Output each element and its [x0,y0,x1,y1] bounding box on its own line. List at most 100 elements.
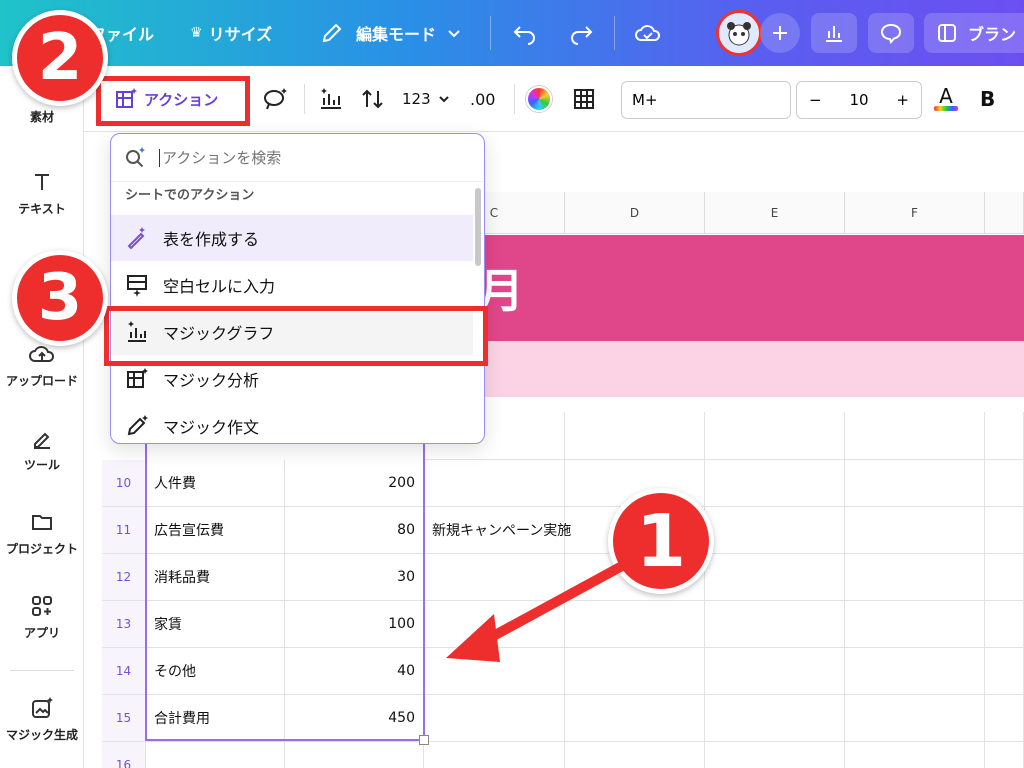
table-cell[interactable] [845,695,985,742]
table-cell[interactable] [985,695,1024,742]
table-cell-value[interactable]: 200 [285,460,424,507]
table-cell[interactable] [845,742,985,768]
table-cell-note[interactable] [424,695,565,742]
decimal-button[interactable]: .00 [470,66,495,132]
font-size-value[interactable]: 10 [849,91,868,109]
dropdown-scrollbar[interactable] [475,188,481,266]
table-cell[interactable] [845,412,985,460]
sidebar-item-upload[interactable]: アップロード [0,342,84,389]
color-picker-button[interactable] [526,66,552,132]
table-cell-item[interactable] [146,742,285,768]
table-cell[interactable] [705,460,845,507]
table-cell-value[interactable]: 80 [285,507,424,554]
table-cell[interactable] [985,507,1024,554]
sidebar-divider [10,670,74,671]
table-cell[interactable] [845,460,985,507]
table-cell-item[interactable]: 家賃 [146,601,285,648]
lasso-button[interactable] [262,66,288,132]
table-cell[interactable] [565,601,705,648]
font-selector[interactable]: M+ [621,81,791,119]
title-banner[interactable]: 月 [424,235,1024,341]
table-cell-item[interactable]: 消耗品費 [146,554,285,601]
number-format-dropdown[interactable]: 123 [402,66,451,132]
table-cell[interactable] [845,507,985,554]
table-cell[interactable] [705,742,845,768]
table-cell-value[interactable]: 40 [285,648,424,695]
row-number[interactable]: 12 [102,554,146,601]
table-cell-item[interactable]: 人件費 [146,460,285,507]
table-cell[interactable] [565,412,705,460]
sidebar-item-apps[interactable]: アプリ [0,594,84,641]
bold-button[interactable]: B [980,66,995,132]
add-collaborator-button[interactable] [760,13,800,53]
table-cell-note[interactable]: 新規キャンペーン実施 [424,507,571,554]
table-cell[interactable] [985,412,1024,460]
cell-text: 40 [397,663,415,679]
sidebar-item-magic-media[interactable]: マジック生成 [0,696,84,743]
action-search-input[interactable] [159,148,459,167]
action-item-magic-write[interactable]: マジック作文 [111,403,473,443]
table-cell[interactable] [985,648,1024,695]
insights-button[interactable] [811,13,857,53]
avatar[interactable] [716,10,762,56]
table-cell-value[interactable] [285,742,424,768]
table-button[interactable] [572,66,596,132]
redo-button[interactable] [568,0,594,66]
sidebar-item-tools[interactable]: ツール [0,426,84,473]
table-cell[interactable] [565,648,705,695]
table-cell-note[interactable] [424,601,565,648]
row-number[interactable]: 14 [102,648,146,695]
table-cell-note[interactable] [424,742,565,768]
table-cell[interactable] [985,601,1024,648]
comments-button[interactable] [868,13,914,53]
table-cell-value[interactable]: 30 [285,554,424,601]
table-cell-note[interactable] [424,554,565,601]
column-header-e[interactable]: E [705,192,845,234]
table-cell[interactable] [705,695,845,742]
table-cell[interactable] [705,648,845,695]
table-cell[interactable] [845,554,985,601]
table-cell[interactable] [565,742,705,768]
row-number[interactable]: 11 [102,507,146,554]
sidebar-item-text[interactable]: テキスト [0,170,84,217]
row-number[interactable]: 16 [102,742,146,768]
table-cell[interactable] [845,648,985,695]
column-header-f[interactable]: F [845,192,985,234]
table-cell[interactable] [985,742,1024,768]
table-cell[interactable] [705,554,845,601]
resize-menu[interactable]: ♛ リサイズ [190,0,272,66]
font-size-decrease-button[interactable]: − [809,91,822,109]
row-number[interactable]: 10 [102,460,146,507]
table-cell-item[interactable]: 広告宣伝費 [146,507,285,554]
undo-button[interactable] [512,0,538,66]
table-cell-note[interactable] [424,648,565,695]
text-color-button[interactable]: A [934,66,958,132]
table-cell[interactable] [985,554,1024,601]
action-item-fill-blank-cells[interactable]: 空白セルに入力 [111,262,473,308]
sort-button[interactable] [360,66,386,132]
selection-handle[interactable] [419,735,429,745]
sidebar-item-projects[interactable]: プロジェクト [0,510,84,557]
column-header-d[interactable]: D [565,192,705,234]
column-header-g[interactable] [985,192,1024,234]
table-cell[interactable] [705,601,845,648]
table-cell[interactable] [565,695,705,742]
cloud-save-button[interactable] [634,0,662,66]
table-cell-item[interactable]: 合計費用 [146,695,285,742]
row-number[interactable]: 13 [102,601,146,648]
action-item-create-table[interactable]: 表を作成する [111,215,473,261]
table-cell-value[interactable]: 450 [285,695,424,742]
table-cell[interactable] [845,601,985,648]
table-cell[interactable] [705,507,845,554]
table-cell-value[interactable]: 100 [285,601,424,648]
row-number[interactable]: 15 [102,695,146,742]
subtitle-banner[interactable] [424,341,1024,397]
table-cell-note[interactable] [424,460,565,507]
table-cell[interactable] [705,412,845,460]
edit-mode-menu[interactable]: 編集モード [320,0,462,66]
magic-chart-button[interactable] [318,66,344,132]
table-cell-item[interactable]: その他 [146,648,285,695]
brand-button[interactable]: ブラン [924,13,1024,53]
table-cell[interactable] [985,460,1024,507]
font-size-increase-button[interactable]: + [896,91,909,109]
